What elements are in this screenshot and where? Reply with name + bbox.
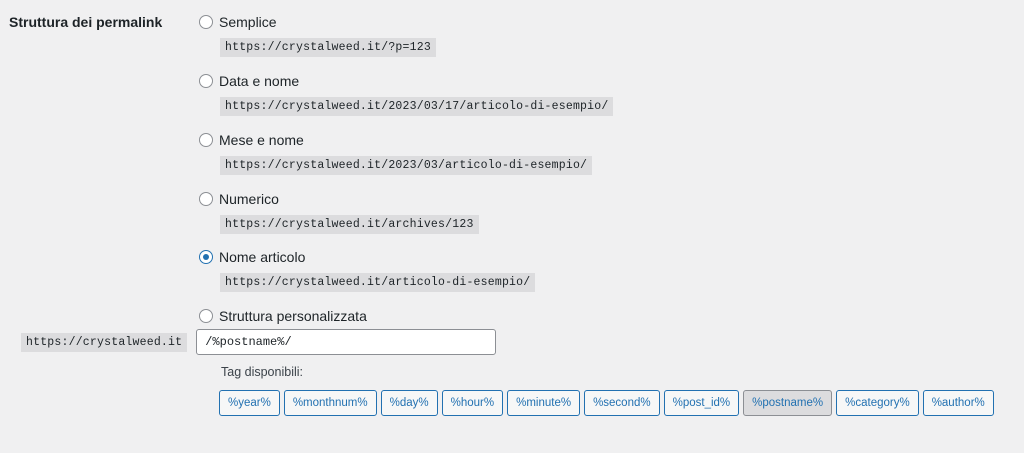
radio-semplice[interactable] — [199, 15, 213, 29]
example-url-numerico: https://crystalweed.it/archives/123 — [220, 215, 479, 234]
custom-base-url: https://crystalweed.it — [21, 332, 188, 352]
radio-label-numerico: Numerico — [219, 191, 279, 207]
option-nome-articolo: Nome articolo https://crystalweed.it/art… — [199, 247, 536, 292]
tag-button-day[interactable]: %day% — [380, 390, 438, 416]
available-tags: %year% %monthnum% %day% %hour% %minute% … — [219, 390, 998, 416]
tag-button-post-id[interactable]: %post_id% — [663, 390, 740, 416]
tag-button-category[interactable]: %category% — [836, 390, 919, 416]
radio-data-e-nome[interactable] — [199, 74, 213, 88]
radio-label-data-e-nome: Data e nome — [219, 73, 300, 89]
radio-struttura-personalizzata[interactable] — [199, 309, 213, 323]
example-url-nome-articolo: https://crystalweed.it/articolo-di-esemp… — [220, 273, 536, 292]
option-numerico: Numerico https://crystalweed.it/archives… — [199, 189, 479, 234]
radio-mese-e-nome[interactable] — [199, 133, 213, 147]
option-struttura-personalizzata: Struttura personalizzata — [199, 306, 367, 326]
tag-button-monthnum[interactable]: %monthnum% — [283, 390, 377, 416]
option-mese-e-nome: Mese e nome https://crystalweed.it/2023/… — [199, 130, 593, 175]
radio-label-mese-e-nome: Mese e nome — [219, 132, 304, 148]
custom-structure-row: https://crystalweed.it — [21, 329, 497, 355]
option-semplice: Semplice https://crystalweed.it/?p=123 — [199, 12, 436, 57]
tag-button-year[interactable]: %year% — [219, 390, 280, 416]
tag-button-second[interactable]: %second% — [584, 390, 660, 416]
tag-button-minute[interactable]: %minute% — [507, 390, 581, 416]
section-label: Struttura dei permalink — [9, 14, 163, 30]
example-url-semplice: https://crystalweed.it/?p=123 — [220, 38, 436, 57]
tag-button-hour[interactable]: %hour% — [441, 390, 504, 416]
radio-label-struttura-personalizzata: Struttura personalizzata — [219, 308, 367, 324]
tags-label: Tag disponibili: — [221, 365, 303, 379]
example-url-mese-e-nome: https://crystalweed.it/2023/03/articolo-… — [220, 156, 593, 175]
option-data-e-nome: Data e nome https://crystalweed.it/2023/… — [199, 71, 614, 116]
tag-button-postname[interactable]: %postname% — [743, 390, 833, 416]
radio-nome-articolo[interactable] — [199, 250, 213, 264]
custom-structure-input[interactable] — [196, 329, 497, 355]
radio-numerico[interactable] — [199, 192, 213, 206]
radio-label-nome-articolo: Nome articolo — [219, 249, 306, 265]
tag-button-author[interactable]: %author% — [922, 390, 994, 416]
radio-label-semplice: Semplice — [219, 14, 277, 30]
example-url-data-e-nome: https://crystalweed.it/2023/03/17/artico… — [220, 97, 614, 116]
